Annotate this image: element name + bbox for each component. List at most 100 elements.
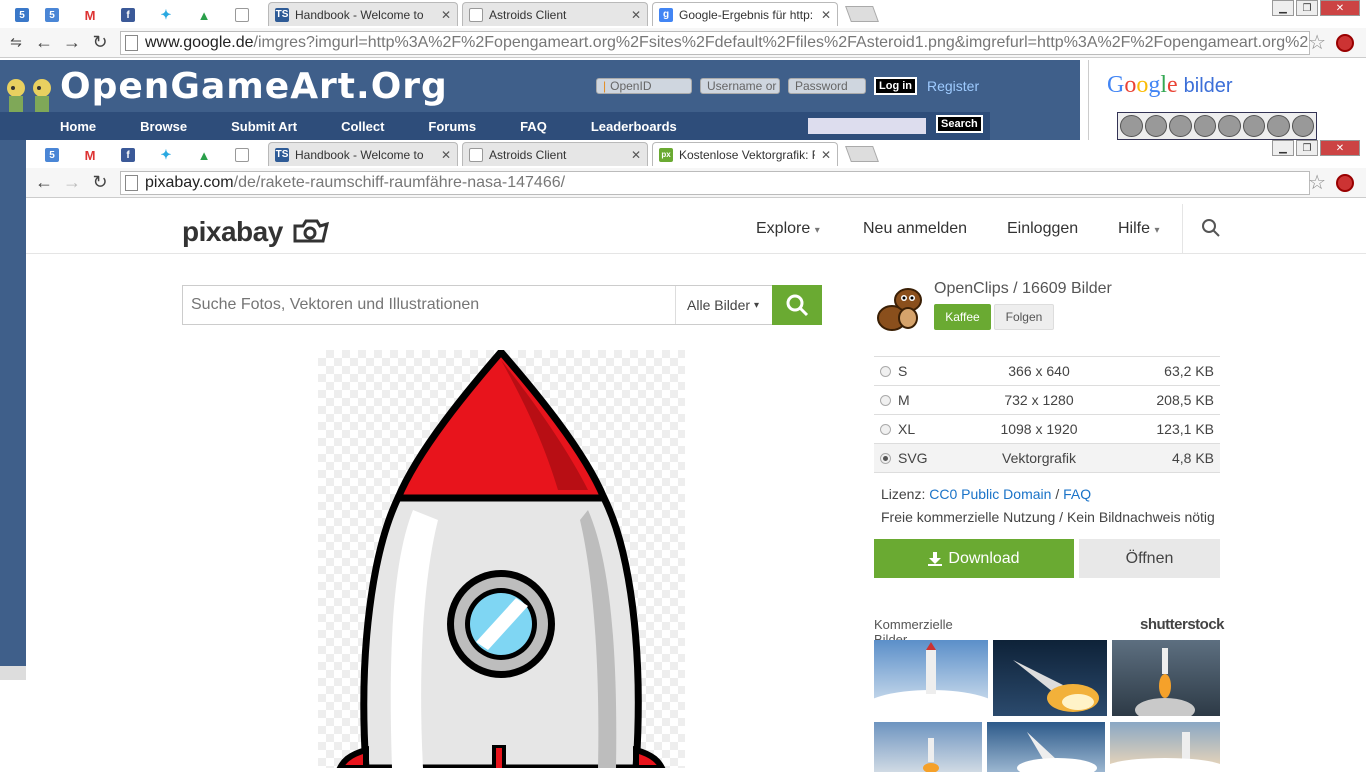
nav-forums[interactable]: Forums	[428, 119, 476, 134]
minimize-icon[interactable]: ▁	[1272, 0, 1294, 16]
thumbnail-launch[interactable]	[1112, 640, 1220, 716]
thumbnail-shuttle-2[interactable]	[993, 640, 1107, 716]
avatar[interactable]	[874, 280, 926, 332]
openid-input[interactable]: | OpenID	[596, 78, 692, 94]
forward-icon[interactable]: →	[58, 29, 86, 57]
close-icon[interactable]: ✕	[441, 8, 451, 22]
nav-submit-art[interactable]: Submit Art	[231, 119, 297, 134]
register-link[interactable]: Register	[927, 78, 979, 94]
size-row-s[interactable]: S 366 x 640 63,2 KB	[874, 357, 1220, 386]
reload-icon[interactable]: ↻	[86, 29, 114, 57]
back-icon[interactable]: ←	[30, 29, 58, 57]
pinned-tab-1[interactable]: 5	[40, 144, 64, 166]
bookmark-star-icon[interactable]: ☆	[1308, 30, 1326, 55]
address-bar[interactable]: pixabay.com/de/rakete-raumschiff-raumfäh…	[120, 170, 1310, 195]
tab-astroids[interactable]: Astroids Client ✕	[462, 2, 648, 26]
search-button[interactable]	[772, 285, 822, 325]
nav-faq[interactable]: FAQ	[520, 119, 547, 134]
forward-icon[interactable]: →	[58, 169, 86, 197]
address-bar[interactable]: www.google.de/imgres?imgurl=http%3A%2F%2…	[120, 30, 1310, 55]
nav-explore[interactable]: Explore ▾	[756, 220, 820, 238]
pinned-tab-facebook[interactable]: f	[116, 144, 140, 166]
close-icon[interactable]: ✕	[631, 8, 641, 22]
radio-button-selected[interactable]	[880, 452, 891, 464]
menu-icon[interactable]: ⇋	[2, 29, 30, 57]
pinned-tab-page[interactable]	[230, 4, 254, 26]
follow-button[interactable]: Folgen	[994, 304, 1054, 330]
back-icon[interactable]: ←	[30, 169, 58, 197]
radio-button[interactable]	[880, 394, 891, 406]
close-icon[interactable]: ✕	[821, 8, 831, 22]
tab-handbook[interactable]: TS Handbook - Welcome to ✕	[268, 2, 458, 26]
username-input[interactable]: Username or	[700, 78, 780, 94]
tab-pixabay[interactable]: px Kostenlose Vektorgrafik: R ✕	[652, 142, 838, 166]
download-button[interactable]: Download	[874, 539, 1074, 578]
tab-google-result[interactable]: g Google-Ergebnis für http: ✕	[652, 2, 838, 26]
author-name[interactable]: OpenClips / 16609 Bilder	[934, 280, 1112, 298]
pinned-tab-2[interactable]: 5	[40, 4, 64, 26]
pinned-tab-twitter[interactable]: ✦	[154, 144, 178, 166]
nav-register[interactable]: Neu anmelden	[863, 220, 967, 238]
nav-browse[interactable]: Browse	[140, 119, 187, 134]
nav-help[interactable]: Hilfe ▾	[1118, 220, 1160, 238]
oga-search-button[interactable]: Search	[936, 115, 983, 133]
thumbnail-shuttle-3[interactable]	[987, 722, 1105, 772]
page-icon	[235, 8, 249, 22]
faq-link[interactable]: FAQ	[1063, 486, 1091, 502]
minimize-icon[interactable]: ▁	[1272, 140, 1294, 156]
pinned-tab-drive[interactable]: ▲	[192, 144, 216, 166]
radio-button[interactable]	[880, 423, 891, 435]
close-window-icon[interactable]: ✕	[1320, 140, 1360, 156]
nav-login[interactable]: Einloggen	[1007, 220, 1078, 238]
open-button[interactable]: Öffnen	[1079, 539, 1220, 578]
nav-collect[interactable]: Collect	[341, 119, 384, 134]
size-row-svg[interactable]: SVG Vektorgrafik 4,8 KB	[874, 444, 1220, 473]
size-row-m[interactable]: M 732 x 1280 208,5 KB	[874, 386, 1220, 415]
rocket-image[interactable]	[318, 350, 685, 768]
asteroid-image-strip[interactable]	[1117, 112, 1317, 140]
opengameart-logo[interactable]: OpenGameArt.Org	[60, 66, 448, 107]
size-row-xl[interactable]: XL 1098 x 1920 123,1 KB	[874, 415, 1220, 444]
pinned-tab-facebook[interactable]: f	[116, 4, 140, 26]
close-window-icon[interactable]: ✕	[1320, 0, 1360, 16]
thumbnail-launch-2[interactable]	[874, 722, 982, 772]
close-icon[interactable]: ✕	[821, 148, 831, 162]
radio-button[interactable]	[880, 365, 891, 377]
maximize-icon[interactable]: ❐	[1296, 140, 1318, 156]
pinned-tab-gmail[interactable]: M	[78, 144, 102, 166]
kaffee-button[interactable]: Kaffee	[934, 304, 991, 330]
tab-handbook[interactable]: TS Handbook - Welcome to ✕	[268, 142, 458, 166]
search-input[interactable]	[191, 294, 661, 316]
nav-leaderboards[interactable]: Leaderboards	[591, 119, 677, 134]
search-icon	[786, 294, 809, 317]
extension-icon[interactable]	[1336, 33, 1354, 52]
thumbnail-shuttle-1[interactable]	[874, 640, 988, 716]
license-note: Freie kommerzielle Nutzung / Kein Bildna…	[881, 509, 1215, 525]
pinned-tab-page[interactable]	[230, 144, 254, 166]
drive-icon: ▲	[197, 147, 211, 163]
maximize-icon[interactable]: ❐	[1296, 0, 1318, 16]
tab-astroids[interactable]: Astroids Client ✕	[462, 142, 648, 166]
thumbnail-shuttle-4[interactable]	[1110, 722, 1220, 772]
pinned-tab-twitter[interactable]: ✦	[154, 4, 178, 26]
close-icon[interactable]: ✕	[441, 148, 451, 162]
pinned-tab-1[interactable]: 5	[10, 4, 34, 26]
close-icon[interactable]: ✕	[631, 148, 641, 162]
pinned-tab-drive[interactable]: ▲	[192, 4, 216, 26]
oga-search-input[interactable]	[808, 118, 926, 134]
extension-icon[interactable]	[1336, 173, 1354, 192]
caret-down-icon: ▾	[753, 299, 759, 311]
search-icon[interactable]	[1201, 218, 1221, 238]
nav-home[interactable]: Home	[60, 119, 96, 134]
license-link[interactable]: CC0 Public Domain	[929, 486, 1051, 502]
search-filter-select[interactable]: Alle Bilder ▾	[675, 286, 770, 324]
shutterstock-logo[interactable]: shutterstock	[1140, 616, 1225, 633]
login-button[interactable]: Log in	[874, 77, 917, 95]
new-tab-button[interactable]	[845, 146, 879, 162]
pixabay-logo[interactable]: pixabay	[182, 216, 330, 248]
new-tab-button[interactable]	[845, 6, 879, 22]
pinned-tab-gmail[interactable]: M	[78, 4, 102, 26]
reload-icon[interactable]: ↻	[86, 169, 114, 197]
bookmark-star-icon[interactable]: ☆	[1308, 170, 1326, 195]
password-input[interactable]: Password	[788, 78, 866, 94]
